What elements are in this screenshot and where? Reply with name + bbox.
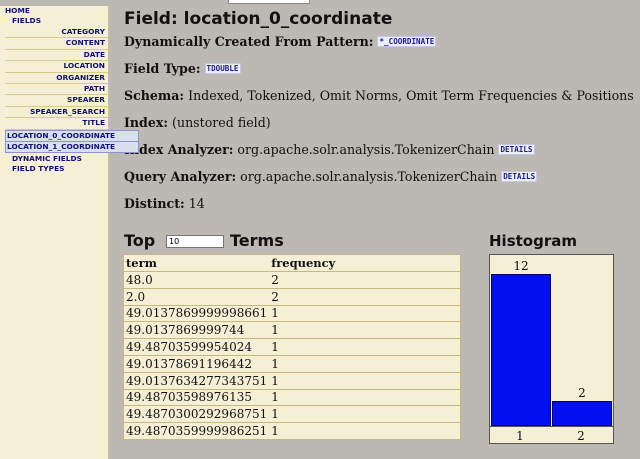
term-cell: 49.0137634277343751	[123, 371, 270, 390]
field-list: CATEGORY CONTENT DATE LOCATION ORGANIZER PATH…	[5, 27, 139, 154]
nav-dynamic-fields-link[interactable]: DYNAMIC FIELDS	[0, 154, 108, 164]
sidebar-field-location-0-coordinate[interactable]: LOCATION_0_COORDINATE	[5, 129, 139, 143]
sidebar-field-speaker[interactable]: SPEAKER	[5, 95, 108, 107]
query-analyzer-value: org.apache.solr.analysis.TokenizerChain	[240, 169, 498, 184]
clipped-input	[228, 0, 310, 4]
nav-home-link[interactable]: HOME	[0, 6, 108, 16]
sidebar-field-organizer[interactable]: ORGANIZER	[5, 73, 108, 85]
frequency-cell: 1	[269, 388, 461, 406]
frequency-cell: 2	[269, 271, 461, 289]
histogram-bar	[552, 401, 612, 426]
table-row: 2.0 2	[123, 287, 461, 306]
term-cell: 49.48703598976135	[123, 388, 270, 406]
term-cell: 2.0	[123, 287, 270, 306]
index-label: Index:	[124, 115, 169, 130]
sidebar-field-category[interactable]: CATEGORY	[5, 27, 108, 39]
table-row: 49.4870359999986251 1	[123, 422, 461, 440]
sidebar-field-title[interactable]: TITLE	[5, 118, 108, 130]
term-column-header: term	[123, 254, 270, 272]
histogram-category-label: 1	[516, 429, 524, 443]
table-row: 49.48703598976135 1	[123, 388, 461, 406]
top-terms-heading: Top Terms	[124, 230, 464, 252]
schema-row: Schema: Indexed, Tokenized, Omit Norms, …	[124, 88, 634, 115]
term-cell: 49.48703599954024	[123, 338, 270, 356]
distinct-row: Distinct: 14	[124, 196, 634, 223]
pattern-label: Dynamically Created From Pattern:	[124, 34, 374, 49]
sidebar-field-speaker-search[interactable]: SPEAKER_SEARCH	[5, 107, 108, 119]
top-clip	[0, 0, 640, 4]
index-analyzer-row: Index Analyzer: org.apache.solr.analysis…	[124, 142, 634, 169]
pattern-link[interactable]: *_COORDINATE	[377, 35, 437, 47]
distinct-value: 14	[188, 196, 205, 211]
sidebar-field-content[interactable]: CONTENT	[5, 38, 108, 50]
nav-fields-link[interactable]: FIELDS	[0, 16, 108, 26]
frequency-cell: 1	[269, 405, 461, 423]
table-row: 48.0 2	[123, 271, 461, 289]
table-row: 49.0137634277343751 1	[123, 371, 461, 390]
nav-field-types-link[interactable]: FIELD TYPES	[0, 164, 108, 174]
sidebar-field-location-1-coordinate[interactable]: LOCATION_1_COORDINATE	[5, 142, 139, 154]
histogram-bar-value: 12	[513, 259, 529, 273]
index-analyzer-label: Index Analyzer:	[124, 142, 234, 157]
sidebar-field-date[interactable]: DATE	[5, 50, 108, 62]
query-analyzer-row: Query Analyzer: org.apache.solr.analysis…	[124, 169, 634, 196]
table-row: 49.0137869999744 1	[123, 321, 461, 339]
index-analyzer-value: org.apache.solr.analysis.TokenizerChain	[237, 142, 495, 157]
frequency-cell: 1	[269, 304, 461, 322]
field-type-link[interactable]: TDOUBLE	[204, 62, 241, 74]
frequency-cell: 1	[269, 422, 461, 440]
term-cell: 49.4870300292968751	[123, 405, 270, 423]
histogram-bar-value: 2	[578, 386, 586, 400]
query-analyzer-label: Query Analyzer:	[124, 169, 237, 184]
frequency-cell: 1	[269, 354, 461, 373]
table-row: 49.4870300292968751 1	[123, 405, 461, 423]
sidebar-field-location[interactable]: LOCATION	[5, 61, 108, 73]
page-title: Field: location_0_coordinate	[124, 9, 393, 29]
index-row: Index: (unstored field)	[124, 115, 634, 142]
frequency-cell: 1	[269, 321, 461, 339]
main-content: Field: location_0_coordinate Dynamically…	[124, 8, 634, 223]
frequency-cell: 1	[269, 338, 461, 356]
top-terms-body: 48.0 2 2.0 2 49.0137869999998661 1 49.01378699…	[123, 271, 461, 440]
frequency-column-header: frequency	[269, 254, 461, 272]
term-cell: 49.0137869999744	[123, 321, 270, 339]
top-terms-table: term frequency 48.0 2 2.0 2 49.0137869999998…	[123, 254, 461, 440]
histogram-bar	[491, 274, 551, 426]
table-row: 49.48703599954024 1	[123, 338, 461, 356]
schema-label: Schema:	[124, 88, 185, 103]
top-terms-heading-left: Top	[124, 231, 156, 250]
top-terms-count-input[interactable]	[166, 235, 224, 248]
frequency-cell: 1	[269, 371, 461, 390]
query-analyzer-details-link[interactable]: DETAILS	[501, 170, 538, 182]
histogram-category-label: 2	[577, 429, 585, 443]
term-cell: 48.0	[123, 271, 270, 289]
index-analyzer-details-link[interactable]: DETAILS	[498, 143, 535, 155]
top-terms-heading-right: Terms	[230, 231, 284, 250]
schema-value: Indexed, Tokenized, Omit Norms, Omit Ter…	[188, 88, 634, 103]
term-cell: 49.01378691196442	[123, 354, 270, 373]
histogram-axis-line	[490, 426, 613, 427]
histogram-title: Histogram	[489, 232, 577, 250]
histogram-chart: 12 1 2 2	[489, 254, 614, 444]
table-row: 49.0137869999998661 1	[123, 304, 461, 322]
term-cell: 49.0137869999998661	[123, 304, 270, 322]
term-cell: 49.4870359999986251	[123, 422, 270, 440]
field-type-label: Field Type:	[124, 61, 201, 76]
frequency-cell: 2	[269, 287, 461, 306]
table-row: 49.01378691196442 1	[123, 354, 461, 373]
table-header-row: term frequency	[123, 254, 461, 272]
pattern-row: Dynamically Created From Pattern: *_COOR…	[124, 34, 634, 61]
index-value: (unstored field)	[172, 115, 271, 130]
distinct-label: Distinct:	[124, 196, 185, 211]
field-type-row: Field Type: TDOUBLE	[124, 61, 634, 88]
sidebar: HOME FIELDS CATEGORY CONTENT DATE LOCATION O…	[0, 6, 139, 459]
sidebar-field-path[interactable]: PATH	[5, 84, 108, 96]
